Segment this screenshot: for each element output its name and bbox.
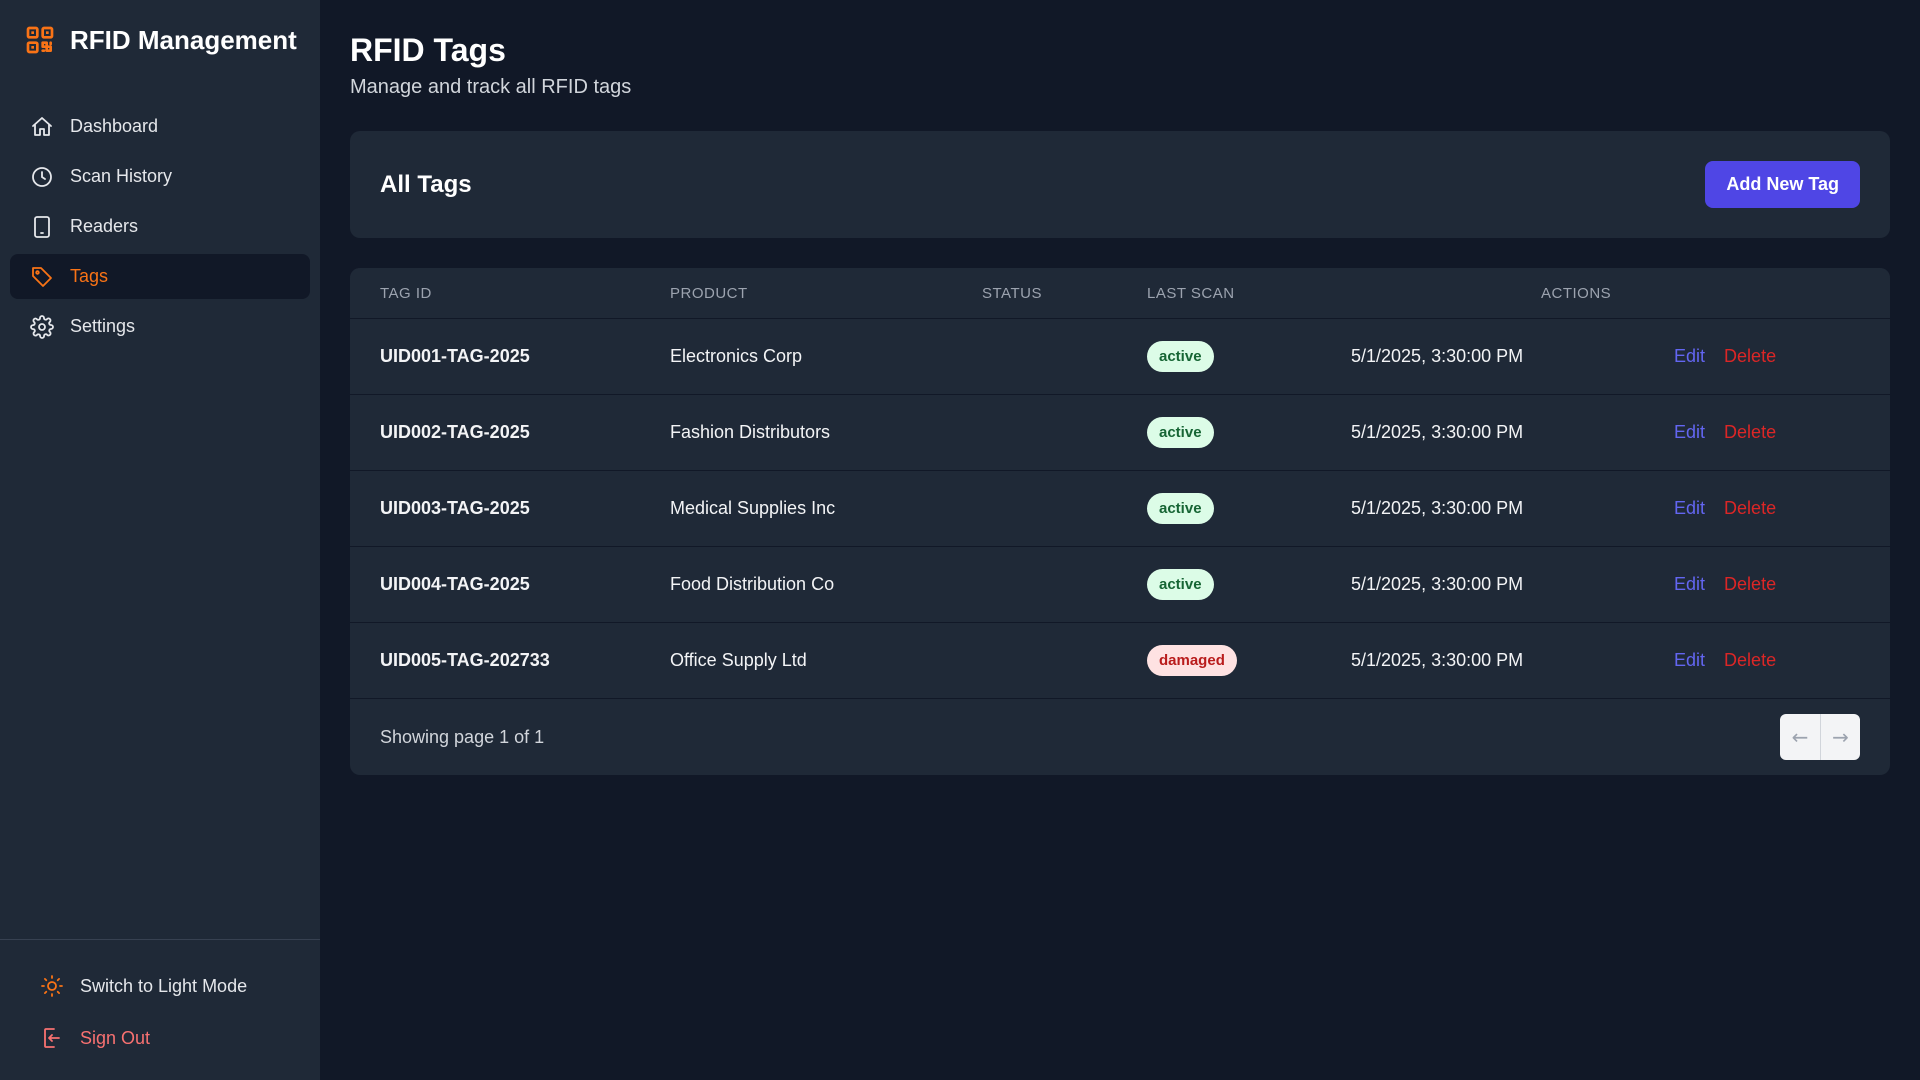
table-footer: Showing page 1 of 1 ← → [350,699,1890,775]
tag-id-cell: UID003-TAG-2025 [380,498,530,518]
column-header-product: PRODUCT [670,284,748,302]
sidebar-item-settings[interactable]: Settings [10,304,310,349]
prev-page-button[interactable]: ← [1780,714,1820,760]
product-cell: Electronics Corp [670,346,803,366]
sidebar-item-dashboard[interactable]: Dashboard [10,104,310,149]
tag-id-cell: UID001-TAG-2025 [380,346,530,366]
tag-id-cell: UID002-TAG-2025 [380,422,530,442]
home-icon [30,115,54,139]
actions-cell: Edit Delete [1674,422,1890,443]
product-cell: Office Supply Ltd [670,650,807,670]
sidebar-item-tags[interactable]: Tags [10,254,310,299]
tags-table: TAG ID PRODUCT STATUS LAST SCAN ACTIONS … [350,268,1890,775]
status-badge-cell: active [1147,569,1351,600]
actions-cell: Edit Delete [1674,498,1890,519]
delete-link[interactable]: Delete [1724,574,1776,594]
edit-link[interactable]: Edit [1674,650,1705,670]
sidebar-item-label: Settings [70,316,136,336]
status-badge: active [1147,493,1214,524]
last-scan-cell: 5/1/2025, 3:30:00 PM [1351,346,1524,366]
sign-out-label: Sign Out [80,1027,151,1048]
tag-id-cell: UID004-TAG-2025 [380,574,530,594]
tablet-icon [30,215,54,239]
sun-icon [40,974,64,998]
gear-icon [30,314,54,339]
status-badge-cell: active [1147,493,1351,524]
tag-id-cell: UID005-TAG-202733 [380,650,550,670]
sidebar-item-label: Tags [70,266,109,286]
next-page-button[interactable]: → [1820,714,1860,760]
table-row: UID005-TAG-202733 Office Supply Ltd dama… [350,623,1890,699]
page-subtitle: Manage and track all RFID tags [350,76,632,98]
product-cell: Fashion Distributors [670,422,831,442]
last-scan-cell: 5/1/2025, 3:30:00 PM [1351,422,1524,442]
delete-link[interactable]: Delete [1724,346,1776,366]
table-header: TAG ID PRODUCT STATUS LAST SCAN ACTIONS [350,268,1890,319]
status-badge-cell: damaged [1147,645,1351,676]
main-content: RFID Tags Manage and track all RFID tags… [320,0,1920,1080]
sidebar-item-readers[interactable]: Readers [10,204,310,249]
status-badge-cell: active [1147,341,1351,372]
edit-link[interactable]: Edit [1674,498,1705,518]
actions-cell: Edit Delete [1674,574,1890,595]
edit-link[interactable]: Edit [1674,346,1705,366]
column-header-actions: ACTIONS [1541,284,1612,302]
status-badge: active [1147,417,1214,448]
table-row: UID004-TAG-2025 Food Distribution Co act… [350,547,1890,623]
last-scan-cell: 5/1/2025, 3:30:00 PM [1351,498,1524,518]
status-badge: active [1147,569,1214,600]
tag-icon [30,265,54,289]
edit-link[interactable]: Edit [1674,574,1705,594]
table-row: UID002-TAG-2025 Fashion Distributors act… [350,395,1890,471]
sidebar-item-label: Scan History [70,166,173,186]
sidebar-item-label: Dashboard [70,116,159,136]
actions-cell: Edit Delete [1674,650,1890,671]
status-badge-cell: active [1147,417,1351,448]
actions-cell: Edit Delete [1674,346,1890,367]
sidebar-item-label: Readers [70,216,139,236]
sidebar-footer: Switch to Light Mode Sign Out [0,939,320,1080]
tags-card-header: All Tags Add New Tag [350,131,1890,238]
sidebar: RFID Management Dashboard Scan History R… [0,0,320,1080]
brand: RFID Management [0,0,320,80]
pagination-controls: ← → [1780,714,1860,760]
table-row: UID003-TAG-2025 Medical Supplies Inc act… [350,471,1890,547]
theme-toggle-button[interactable]: Switch to Light Mode [10,960,310,1012]
sign-out-button[interactable]: Sign Out [10,1012,310,1064]
app-title: RFID Management [70,24,297,55]
pagination-status: Showing page 1 of 1 [380,726,545,747]
status-badge: damaged [1147,645,1237,676]
status-badge: active [1147,341,1214,372]
product-cell: Food Distribution Co [670,574,835,594]
column-header-last-scan: LAST SCAN [1147,284,1235,302]
sign-out-icon [40,1026,64,1050]
last-scan-cell: 5/1/2025, 3:30:00 PM [1351,650,1524,670]
clock-icon [30,165,54,189]
add-new-tag-button[interactable]: Add New Tag [1705,161,1860,208]
page-title: RFID Tags [350,32,506,68]
delete-link[interactable]: Delete [1724,422,1776,442]
delete-link[interactable]: Delete [1724,498,1776,518]
edit-link[interactable]: Edit [1674,422,1705,442]
sidebar-nav: Dashboard Scan History Readers Tags Sett… [0,80,320,354]
product-cell: Medical Supplies Inc [670,498,836,518]
sidebar-item-scan-history[interactable]: Scan History [10,154,310,199]
qr-code-icon [24,24,56,56]
column-header-tag-id: TAG ID [380,284,432,302]
delete-link[interactable]: Delete [1724,650,1776,670]
column-header-status: STATUS [982,284,1042,302]
last-scan-cell: 5/1/2025, 3:30:00 PM [1351,574,1524,594]
card-title: All Tags [380,170,472,198]
table-row: UID001-TAG-2025 Electronics Corp active … [350,319,1890,395]
theme-toggle-label: Switch to Light Mode [80,975,248,996]
